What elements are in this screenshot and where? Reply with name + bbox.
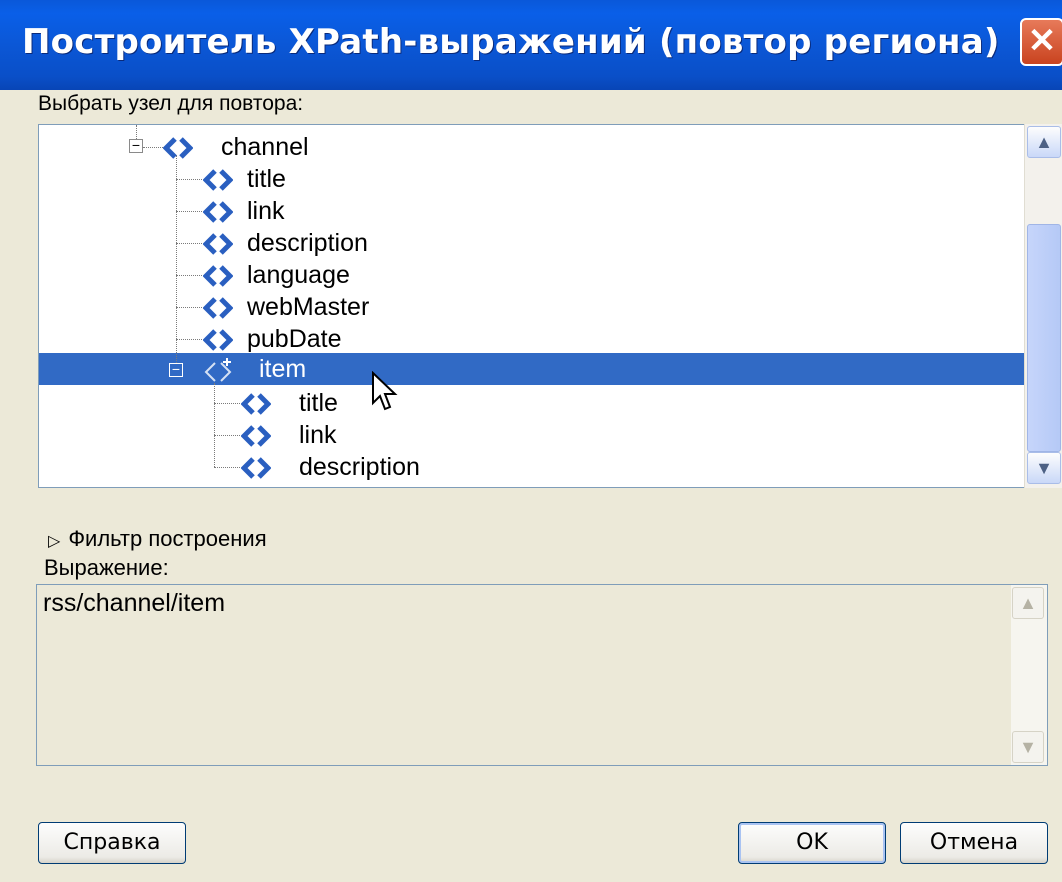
tree-connector bbox=[176, 275, 202, 276]
tree-connector bbox=[176, 339, 202, 340]
tree-connector bbox=[176, 179, 202, 180]
repeat-element-icon bbox=[203, 357, 237, 391]
tree-connector bbox=[176, 243, 202, 244]
tree-connector bbox=[214, 383, 215, 467]
collapse-toggle[interactable]: − bbox=[169, 362, 183, 377]
selected-row-highlight bbox=[39, 353, 1025, 385]
expression-scrollbar[interactable]: ▲ ▼ bbox=[1011, 585, 1047, 765]
tree-node-label: link bbox=[299, 421, 337, 449]
ok-button[interactable]: OK bbox=[738, 822, 886, 864]
xml-element-icon bbox=[240, 423, 272, 455]
xml-element-icon bbox=[202, 167, 234, 199]
expression-label: Выражение: bbox=[44, 555, 169, 580]
mouse-cursor-icon bbox=[372, 371, 398, 411]
scroll-down-button[interactable]: ▼ bbox=[1012, 731, 1044, 763]
window-title: Построитель XPath-выражений (повтор реги… bbox=[22, 22, 1000, 62]
scroll-up-button[interactable]: ▲ bbox=[1012, 587, 1044, 619]
tree-connector bbox=[214, 403, 240, 404]
tree-node-label: language bbox=[247, 261, 350, 289]
expression-text: rss/channel/item bbox=[43, 589, 226, 617]
tree-node-label: title bbox=[299, 389, 338, 417]
filter-label: Фильтр построения bbox=[68, 526, 267, 551]
scroll-down-button[interactable]: ▼ bbox=[1027, 452, 1061, 484]
scrollbar-thumb[interactable] bbox=[1027, 224, 1061, 452]
tree-node-label: channel bbox=[221, 133, 309, 161]
xml-element-icon bbox=[202, 327, 234, 359]
tree-scrollbar[interactable]: ▲ ▼ bbox=[1024, 124, 1062, 488]
xml-element-icon bbox=[202, 263, 234, 295]
xml-tree[interactable]: − − channel title link description langu… bbox=[38, 124, 1062, 488]
xml-element-icon bbox=[202, 295, 234, 327]
tree-connector bbox=[214, 467, 240, 468]
xml-element-icon bbox=[162, 135, 194, 167]
scroll-up-button[interactable]: ▲ bbox=[1027, 126, 1061, 158]
help-button[interactable]: Справка bbox=[38, 822, 186, 864]
xml-element-icon bbox=[202, 199, 234, 231]
close-button[interactable]: ✕ bbox=[1020, 18, 1062, 66]
xml-element-icon bbox=[202, 231, 234, 263]
select-node-label: Выбрать узел для повтора: bbox=[38, 92, 304, 115]
title-bar[interactable]: Построитель XPath-выражений (повтор реги… bbox=[0, 0, 1062, 90]
collapse-toggle[interactable]: − bbox=[129, 138, 143, 153]
tree-node-label: pubDate bbox=[247, 325, 342, 353]
xml-element-icon bbox=[240, 391, 272, 423]
tree-connector bbox=[214, 435, 240, 436]
tree-node-label: description bbox=[247, 229, 368, 257]
cancel-button[interactable]: Отмена bbox=[900, 822, 1048, 864]
tree-node-label: description bbox=[299, 453, 420, 481]
tree-node-label: webMaster bbox=[247, 293, 370, 321]
triangle-right-icon: ▷ bbox=[48, 533, 61, 550]
tree-connector bbox=[176, 211, 202, 212]
tree-connector bbox=[176, 307, 202, 308]
tree-node-label: title bbox=[247, 165, 286, 193]
xml-element-icon bbox=[240, 455, 272, 487]
filter-expander[interactable]: ▷ Фильтр построения bbox=[48, 526, 267, 552]
expression-field[interactable]: rss/channel/item ▲ ▼ bbox=[36, 584, 1048, 766]
tree-node-label: item bbox=[259, 355, 307, 383]
tree-node-label: link bbox=[247, 197, 285, 225]
